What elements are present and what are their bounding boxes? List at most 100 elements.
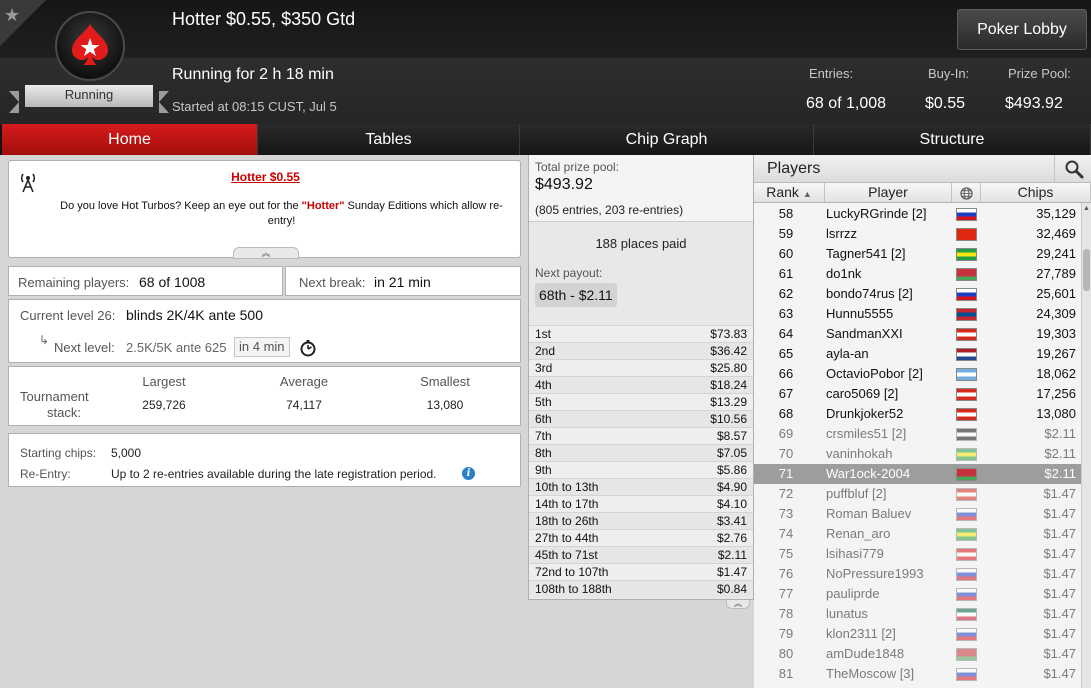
tab-chip-graph[interactable]: Chip Graph — [520, 124, 814, 155]
smallest-value: 13,080 — [426, 398, 464, 412]
player-chips: 32,469 — [1036, 226, 1076, 241]
player-name: crsmiles51 [2] — [826, 426, 907, 441]
player-row[interactable]: 60 Tagner541 [2] 29,241 — [754, 244, 1081, 264]
next-break-value: in 21 min — [374, 274, 431, 290]
player-row[interactable]: 58 LuckyRGrinde [2] 35,129 — [754, 204, 1081, 224]
tab-bar: Home Tables Chip Graph Structure — [0, 124, 1091, 155]
payout-row: 45th to 71st $2.11 — [529, 546, 753, 563]
tab-home[interactable]: Home — [2, 124, 258, 155]
player-chips: $2.11 — [1044, 466, 1076, 481]
payout-place: 72nd to 107th — [535, 565, 609, 579]
payout-amount: $4.10 — [716, 497, 747, 511]
scroll-up-icon[interactable]: ▲ — [1082, 205, 1091, 212]
player-row[interactable]: 72 puffbluf [2] $1.47 — [754, 484, 1081, 504]
player-row[interactable]: 66 OctavioPobor [2] 18,062 — [754, 364, 1081, 384]
next-level-time: in 4 min — [234, 337, 290, 357]
info-icon[interactable]: i — [462, 467, 475, 480]
player-rank: 65 — [778, 346, 794, 361]
places-paid: 188 places paid — [595, 236, 687, 251]
player-row[interactable]: 62 bondo74rus [2] 25,601 — [754, 284, 1081, 304]
player-name: Roman Baluev — [826, 506, 912, 521]
current-level-label: Current level 26: — [20, 308, 116, 323]
payout-row: 6th $10.56 — [529, 410, 753, 427]
country-flag-icon — [956, 568, 977, 581]
payout-amount: $5.86 — [716, 463, 747, 477]
player-row[interactable]: 81 TheMoscow [3] $1.47 — [754, 664, 1081, 684]
player-rank: 72 — [778, 486, 794, 501]
promo-panel: Hotter $0.55 Do you love Hot Turbos? Kee… — [8, 160, 522, 259]
player-row[interactable]: 69 crsmiles51 [2] $2.11 — [754, 424, 1081, 444]
stack-label-line1: Tournament — [20, 389, 89, 404]
country-flag-icon — [956, 328, 977, 341]
country-flag-icon — [956, 508, 977, 521]
player-row[interactable]: 74 Renan_aro $1.47 — [754, 524, 1081, 544]
player-row[interactable]: 67 caro5069 [2] 17,256 — [754, 384, 1081, 404]
running-status-ribbon: Running — [9, 85, 169, 113]
player-row[interactable]: 61 do1nk 27,789 — [754, 264, 1081, 284]
player-row[interactable]: 75 lsihasi779 $1.47 — [754, 544, 1081, 564]
player-row[interactable]: 59 lsrrzz 32,469 — [754, 224, 1081, 244]
prize-panel: Total prize pool: $493.92 (805 entries, … — [528, 155, 754, 609]
player-row[interactable]: 71 War1ock-2004 $2.11 — [754, 464, 1081, 484]
col-player-header[interactable]: Player — [825, 183, 952, 203]
player-row[interactable]: 68 Drunkjoker52 13,080 — [754, 404, 1081, 424]
payout-amount: $0.84 — [716, 582, 747, 596]
country-flag-icon — [956, 408, 977, 421]
payout-amount: $2.11 — [717, 548, 747, 562]
player-name: LuckyRGrinde [2] — [826, 206, 927, 221]
tab-tables[interactable]: Tables — [258, 124, 520, 155]
player-rank: 68 — [778, 406, 794, 421]
payout-amount: $18.24 — [710, 378, 747, 392]
player-row[interactable]: 64 SandmanXXI 19,303 — [754, 324, 1081, 344]
entries-value: 68 of 1,008 — [806, 95, 887, 112]
player-chips: 13,080 — [1036, 406, 1076, 421]
tab-structure[interactable]: Structure — [814, 124, 1091, 155]
player-row[interactable]: 79 klon2311 [2] $1.47 — [754, 624, 1081, 644]
country-flag-icon — [956, 288, 977, 301]
player-row[interactable]: 70 vaninhokah $2.11 — [754, 444, 1081, 464]
player-chips: $1.47 — [1043, 626, 1076, 641]
promo-title-link[interactable]: Hotter $0.55 — [9, 170, 522, 184]
scroll-thumb[interactable] — [1083, 249, 1090, 291]
collapse-icon[interactable]: ︽ — [233, 247, 299, 259]
col-chips-header[interactable]: Chips — [981, 183, 1091, 203]
player-chips: $1.47 — [1043, 526, 1076, 541]
col-rank-header[interactable]: Rank ▲ — [754, 183, 825, 203]
col-country-header[interactable] — [952, 183, 981, 203]
country-flag-icon — [956, 648, 977, 661]
player-row[interactable]: 65 ayla-an 19,267 — [754, 344, 1081, 364]
player-row[interactable]: 77 pauliprde $1.47 — [754, 584, 1081, 604]
player-row[interactable]: 73 Roman Baluev $1.47 — [754, 504, 1081, 524]
player-name: caro5069 [2] — [826, 386, 899, 401]
player-rank: 78 — [778, 606, 794, 621]
payout-place: 45th to 71st — [535, 548, 598, 562]
player-row[interactable]: 78 lunatus $1.47 — [754, 604, 1081, 624]
player-rank: 61 — [778, 266, 794, 281]
player-row[interactable]: 80 amDude1848 $1.47 — [754, 644, 1081, 664]
country-flag-icon — [956, 388, 977, 401]
next-break-label: Next break: — [299, 275, 366, 290]
payout-row: 72nd to 107th $1.47 — [529, 563, 753, 580]
reentry-label: Re-Entry: — [20, 467, 71, 481]
player-name: amDude1848 — [826, 646, 905, 661]
starting-chips-label: Starting chips: — [20, 446, 97, 460]
collapse-payouts-icon[interactable]: ︽ — [726, 600, 750, 609]
player-chips: 35,129 — [1036, 206, 1076, 221]
payout-place: 14th to 17th — [535, 497, 599, 511]
poker-lobby-button[interactable]: Poker Lobby — [957, 9, 1087, 50]
search-icon[interactable] — [1064, 159, 1084, 179]
payout-place: 3rd — [535, 361, 553, 375]
prize-pool-label: Prize Pool: — [1008, 66, 1071, 81]
next-level-value: 2.5K/5K ante 625 — [126, 340, 227, 355]
payout-place: 4th — [535, 378, 552, 392]
player-row[interactable]: 76 NoPressure1993 $1.47 — [754, 564, 1081, 584]
player-chips: $1.47 — [1043, 606, 1076, 621]
payout-place: 108th to 188th — [535, 582, 612, 596]
player-row[interactable]: 63 Hunnu5555 24,309 — [754, 304, 1081, 324]
payout-place: 18th to 26th — [535, 514, 599, 528]
players-scrollbar[interactable]: ▲ — [1081, 203, 1091, 688]
star-icon[interactable]: ★ — [4, 6, 20, 24]
payout-place: 10th to 13th — [535, 480, 599, 494]
players-header: Players — [754, 155, 1091, 183]
payout-place: 5th — [535, 395, 552, 409]
